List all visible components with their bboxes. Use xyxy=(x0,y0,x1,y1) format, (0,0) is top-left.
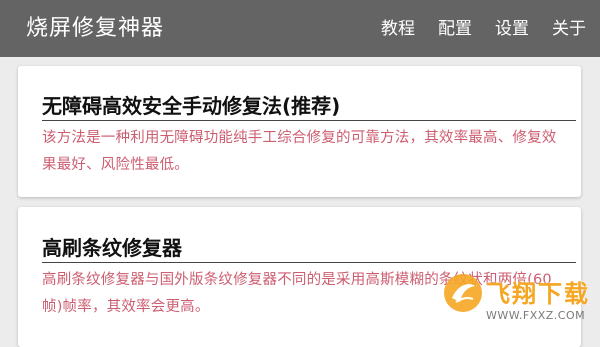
app-title: 烧屏修复神器 xyxy=(26,16,165,41)
card-divider xyxy=(42,262,576,263)
menu-about[interactable]: 关于 xyxy=(552,17,586,41)
card-description: 该方法是一种利用无障碍功能纯手工综合修复的可靠方法，其效率最高、修复效果最好、风… xyxy=(42,130,557,173)
card-title: 高刷条纹修复器 xyxy=(42,236,182,260)
method-card-stripe-fixer[interactable]: 高刷条纹修复器 高刷条纹修复器与国外版条纹修复器不同的是采用高斯模糊的条纹状和两… xyxy=(18,207,581,347)
card-description: 高刷条纹修复器与国外版条纹修复器不同的是采用高斯模糊的条纹状和两倍(60帧)帧率… xyxy=(42,272,552,315)
card-title: 无障碍高效安全手动修复法(推荐) xyxy=(42,94,341,118)
app-bar: 烧屏修复神器 教程 配置 设置 关于 xyxy=(0,0,600,57)
menu-settings[interactable]: 设置 xyxy=(495,17,529,41)
card-divider xyxy=(42,120,576,121)
menu-config[interactable]: 配置 xyxy=(438,17,472,41)
menu-tutorial[interactable]: 教程 xyxy=(381,17,415,41)
method-card-accessibility[interactable]: 无障碍高效安全手动修复法(推荐) 该方法是一种利用无障碍功能纯手工综合修复的可靠… xyxy=(18,66,581,197)
